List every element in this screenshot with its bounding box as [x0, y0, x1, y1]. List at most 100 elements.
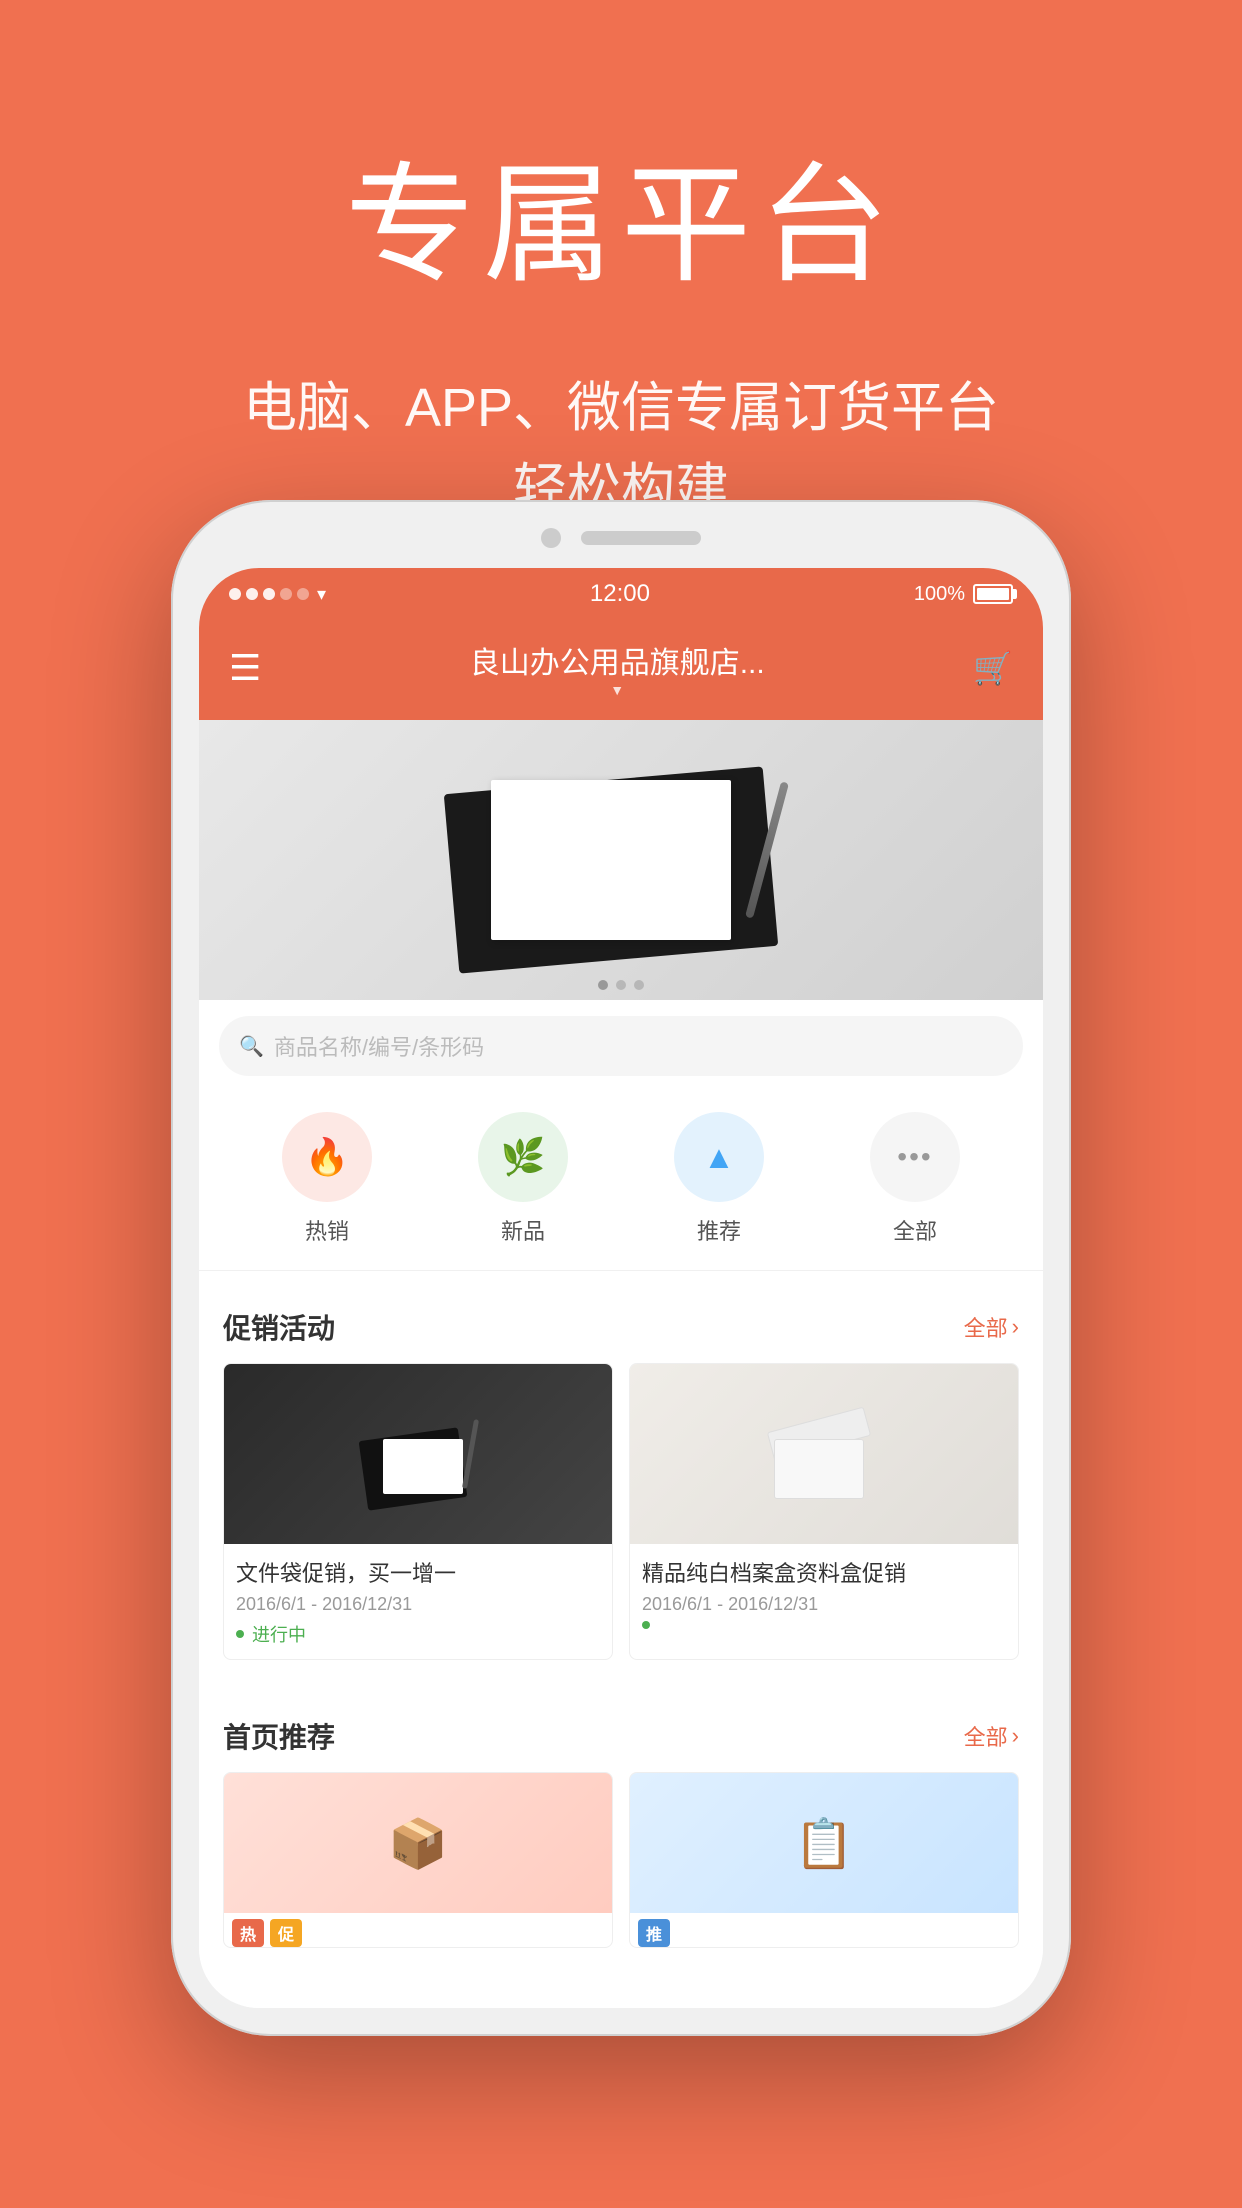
battery-icon [973, 584, 1013, 604]
status-left: ▾ [229, 584, 326, 605]
rec-label: 推荐 [697, 1214, 741, 1246]
banner-area[interactable] [199, 720, 1043, 1000]
recommended-section: 首页推荐 全部 › 📦 热 促 [199, 1696, 1043, 1968]
category-rec[interactable]: ▲ 推荐 [674, 1112, 764, 1246]
mini-nb-page [383, 1439, 463, 1494]
promo-status-row-2 [642, 1621, 1006, 1629]
signal-dot-5 [297, 588, 309, 600]
new-icon-circle: 🌿 [478, 1112, 568, 1202]
hot-icon: 🔥 [305, 1136, 350, 1178]
promotions-more-button[interactable]: 全部 › [964, 1311, 1019, 1343]
all-label: 全部 [893, 1214, 937, 1246]
promo-date-row-1: 2016/6/1 - 2016/12/31 [236, 1594, 600, 1615]
leaf-icon: 🌿 [501, 1136, 546, 1178]
mini-box-main [774, 1439, 864, 1499]
chevron-down-icon[interactable]: ▼ [261, 682, 973, 698]
status-right: 100% [914, 583, 1013, 606]
badge-row-1: 热 促 [224, 1913, 612, 1947]
rec-img-1: 📦 [224, 1773, 612, 1913]
rec-img-2: 📋 [630, 1773, 1018, 1913]
promo-name-1: 文件袋促销，买一增一 [236, 1556, 600, 1588]
search-placeholder: 商品名称/编号/条形码 [274, 1030, 484, 1062]
all-icon-circle: ••• [870, 1112, 960, 1202]
rec-product-icon-2: 📋 [794, 1815, 854, 1872]
dots-icon: ••• [897, 1141, 932, 1173]
phone-screen: ▾ 12:00 100% ☰ 良山办公用品旗舰店... ▼ 🛒 [199, 568, 1043, 2008]
promotions-section: 促销活动 全部 › [199, 1287, 1043, 1680]
product-visual [431, 750, 811, 970]
bottom-space [199, 1968, 1043, 2008]
signal-dot-2 [246, 588, 258, 600]
promo-grid: 文件袋促销，买一增一 2016/6/1 - 2016/12/31 进行中 [223, 1363, 1019, 1660]
promo-name-2: 精品纯白档案盒资料盒促销 [642, 1556, 1006, 1588]
badge-promo: 促 [270, 1919, 302, 1947]
banner-product [199, 720, 1043, 1000]
hot-icon-circle: 🔥 [282, 1112, 372, 1202]
categories-row: 🔥 热销 🌿 新品 ▲ 推荐 [199, 1092, 1043, 1271]
promotions-header: 促销活动 全部 › [223, 1307, 1019, 1347]
active-dot-icon [236, 1630, 244, 1638]
promo-status-1: 进行中 [252, 1621, 306, 1647]
search-bar[interactable]: 🔍 商品名称/编号/条形码 [199, 1000, 1043, 1092]
phone-outer: ▾ 12:00 100% ☰ 良山办公用品旗舰店... ▼ 🛒 [171, 500, 1071, 2036]
badge-row-2: 推 [630, 1913, 1018, 1947]
promo-status-row-1: 进行中 [236, 1621, 600, 1647]
search-icon: 🔍 [239, 1034, 264, 1059]
recommended-header: 首页推荐 全部 › [223, 1716, 1019, 1756]
speaker-bar [581, 531, 701, 545]
rec-icon-circle: ▲ [674, 1112, 764, 1202]
wifi-icon: ▾ [317, 584, 326, 605]
cart-icon[interactable]: 🛒 [973, 649, 1013, 687]
menu-icon[interactable]: ☰ [229, 647, 261, 689]
promo-img-1 [224, 1364, 612, 1544]
active-dot-icon-2 [642, 1621, 650, 1629]
search-input-wrap[interactable]: 🔍 商品名称/编号/条形码 [219, 1016, 1023, 1076]
signal-dot-4 [280, 588, 292, 600]
promo-info-1: 文件袋促销，买一增一 2016/6/1 - 2016/12/31 进行中 [224, 1544, 612, 1659]
promotions-more-label: 全部 [964, 1311, 1008, 1343]
banner-dot-3 [634, 980, 644, 990]
promo-item-1[interactable]: 文件袋促销，买一增一 2016/6/1 - 2016/12/31 进行中 [223, 1363, 613, 1660]
banner-dot-2 [616, 980, 626, 990]
rec-grid: 📦 热 促 📋 推 [223, 1772, 1019, 1948]
promo-product-1 [353, 1404, 483, 1504]
battery-fill [977, 588, 1009, 600]
category-hot[interactable]: 🔥 热销 [282, 1112, 372, 1246]
rec-item-1[interactable]: 📦 热 促 [223, 1772, 613, 1948]
store-name: 良山办公用品旗舰店... [261, 638, 973, 682]
rec-more-chevron-icon: › [1012, 1723, 1019, 1749]
promo-item-2[interactable]: 精品纯白档案盒资料盒促销 2016/6/1 - 2016/12/31 [629, 1363, 1019, 1660]
category-all[interactable]: ••• 全部 [870, 1112, 960, 1246]
hot-label: 热销 [305, 1214, 349, 1246]
signal-dots [229, 588, 309, 600]
signal-dot-3 [263, 588, 275, 600]
banner-dot-1 [598, 980, 608, 990]
rec-more-label: 全部 [964, 1720, 1008, 1752]
mini-nb-pen [462, 1419, 479, 1489]
app-header: ☰ 良山办公用品旗舰店... ▼ 🛒 [199, 620, 1043, 720]
new-label: 新品 [501, 1214, 545, 1246]
notebook-page [491, 780, 731, 940]
category-new[interactable]: 🌿 新品 [478, 1112, 568, 1246]
promo-img-2 [630, 1364, 1018, 1544]
header-title-wrap: 良山办公用品旗舰店... ▼ [261, 638, 973, 698]
subtitle-line1: 电脑、APP、微信专属订货平台 [243, 378, 999, 438]
rec-item-2[interactable]: 📋 推 [629, 1772, 1019, 1948]
banner-dots [598, 980, 644, 990]
promo-date-1: 2016/6/1 - 2016/12/31 [236, 1594, 412, 1615]
badge-hot: 热 [232, 1919, 264, 1947]
promo-date-row-2: 2016/6/1 - 2016/12/31 [642, 1594, 1006, 1615]
signal-dot-1 [229, 588, 241, 600]
more-chevron-icon: › [1012, 1314, 1019, 1340]
status-time: 12:00 [590, 580, 650, 608]
badge-new: 推 [638, 1919, 670, 1947]
promo-product-2 [759, 1404, 889, 1504]
rec-more-button[interactable]: 全部 › [964, 1720, 1019, 1752]
phone-mockup: ▾ 12:00 100% ☰ 良山办公用品旗舰店... ▼ 🛒 [171, 500, 1071, 2036]
promo-date-2: 2016/6/1 - 2016/12/31 [642, 1594, 818, 1615]
promo-info-2: 精品纯白档案盒资料盒促销 2016/6/1 - 2016/12/31 [630, 1544, 1018, 1641]
triangle-icon: ▲ [703, 1139, 735, 1176]
phone-top-bar [199, 528, 1043, 568]
camera-dot [541, 528, 561, 548]
battery-text: 100% [914, 583, 965, 606]
